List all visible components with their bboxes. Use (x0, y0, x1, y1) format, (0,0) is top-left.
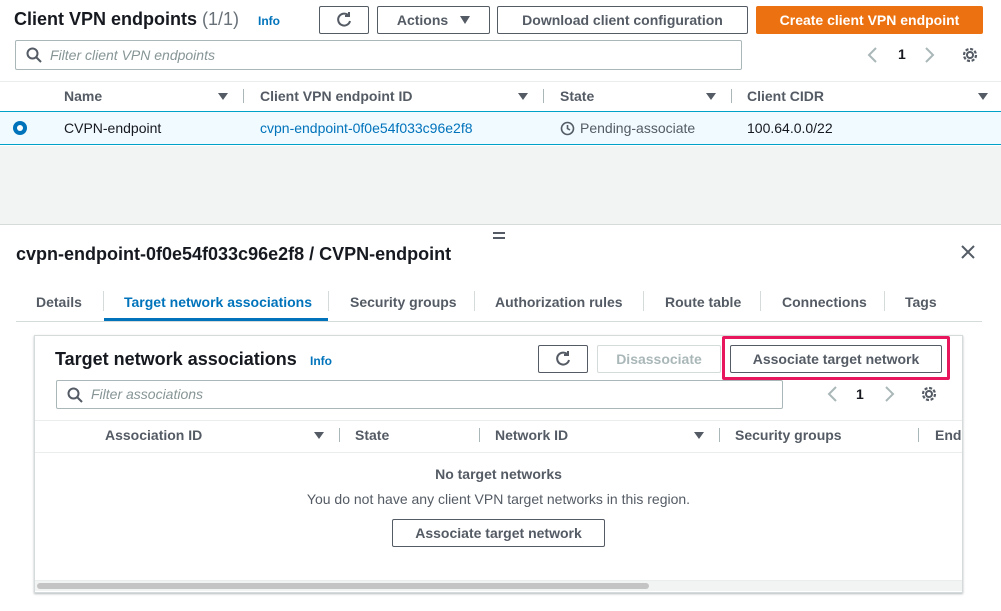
column-divider (543, 89, 544, 103)
tab-divider (103, 291, 104, 311)
search-icon (67, 387, 83, 403)
page-number[interactable]: 1 (856, 386, 864, 402)
column-header-state[interactable]: State (355, 427, 389, 443)
pending-clock-icon (560, 121, 575, 136)
sort-icon[interactable] (314, 432, 324, 439)
associations-info-link[interactable]: Info (310, 354, 332, 368)
page-title-text: Client VPN endpoints (14, 9, 198, 29)
empty-state-description: You do not have any client VPN target ne… (306, 491, 691, 507)
tab-tags[interactable]: Tags (905, 294, 937, 310)
search-icon (26, 47, 42, 63)
tab-security-groups[interactable]: Security groups (350, 294, 457, 310)
sort-icon[interactable] (978, 93, 988, 100)
cell-state: Pending-associate (580, 120, 696, 136)
refresh-icon (556, 351, 570, 366)
tab-divider (474, 291, 475, 311)
column-header-client-cidr[interactable]: Client CIDR (747, 88, 824, 104)
gear-icon[interactable] (919, 384, 939, 404)
column-divider (918, 428, 919, 442)
tab-divider (643, 291, 644, 311)
download-config-button[interactable]: Download client configuration (497, 6, 748, 34)
column-header-endpoint-id[interactable]: Client VPN endpoint ID (260, 88, 412, 104)
endpoint-count: (1/1) (202, 9, 240, 29)
sort-icon[interactable] (518, 93, 528, 100)
scrollbar-thumb[interactable] (37, 583, 649, 589)
column-divider (479, 428, 480, 442)
sort-icon[interactable] (218, 93, 228, 100)
caret-down-icon (460, 16, 471, 24)
actions-button[interactable]: Actions (377, 6, 490, 34)
sort-icon[interactable] (706, 93, 716, 100)
associate-target-network-button[interactable]: Associate target network (730, 345, 942, 373)
table-header-divider (35, 420, 962, 421)
detail-title: cvpn-endpoint-0f0e54f033c96e2f8 / CVPN-e… (16, 244, 452, 264)
column-divider (243, 89, 244, 103)
cell-endpoint-id-link[interactable]: cvpn-endpoint-0f0e54f033c96e2f8 (260, 120, 473, 136)
tab-divider (328, 291, 329, 311)
disassociate-label: Disassociate (616, 351, 702, 367)
page-title: Client VPN endpoints (1/1) (14, 9, 239, 30)
table-header-bottom (35, 452, 962, 453)
associations-search-input[interactable]: Filter associations (56, 380, 783, 409)
split-panel-resize-handle[interactable] (493, 232, 505, 239)
column-header-name[interactable]: Name (64, 88, 102, 104)
column-header-network-id[interactable]: Network ID (495, 427, 568, 443)
table-row[interactable]: CVPN-endpoint cvpn-endpoint-0f0e54f033c9… (0, 111, 1001, 145)
sort-icon[interactable] (694, 432, 704, 439)
column-header-clip: Endp (935, 427, 962, 445)
info-link[interactable]: Info (258, 14, 280, 28)
chevron-right-icon[interactable] (882, 385, 896, 403)
empty-associate-label: Associate target network (415, 525, 582, 541)
column-header-state[interactable]: State (560, 88, 594, 104)
chevron-left-icon[interactable] (826, 385, 840, 403)
refresh-button[interactable] (319, 6, 369, 34)
horizontal-scrollbar[interactable] (35, 580, 962, 591)
gear-icon[interactable] (960, 45, 980, 65)
column-divider (731, 89, 732, 103)
search-placeholder: Filter client VPN endpoints (50, 47, 215, 63)
create-endpoint-label: Create client VPN endpoint (779, 12, 960, 28)
search-placeholder: Filter associations (91, 386, 204, 402)
empty-state: No target networks You do not have any c… (35, 466, 962, 507)
associations-title: Target network associations (55, 349, 297, 369)
tab-target-network-associations[interactable]: Target network associations (124, 294, 312, 310)
tab-details[interactable]: Details (36, 294, 82, 310)
chevron-right-icon[interactable] (922, 46, 936, 64)
associations-refresh-button[interactable] (538, 345, 588, 373)
tab-divider (884, 291, 885, 311)
column-header-association-id[interactable]: Association ID (105, 427, 202, 443)
actions-label: Actions (396, 12, 449, 28)
tabs-underline (16, 321, 982, 322)
disassociate-button[interactable]: Disassociate (597, 345, 721, 373)
empty-state-title: No target networks (435, 466, 562, 482)
column-header-endpoint[interactable]: Endp (935, 427, 962, 443)
cell-client-cidr: 100.64.0.0/22 (747, 120, 833, 136)
column-divider (339, 428, 340, 442)
table-header-divider (0, 81, 1001, 82)
row-radio-selected[interactable] (13, 121, 27, 135)
empty-associate-target-network-button[interactable]: Associate target network (392, 519, 605, 547)
tab-route-table[interactable]: Route table (665, 294, 741, 310)
endpoints-search-input[interactable]: Filter client VPN endpoints (15, 40, 742, 70)
tab-connections[interactable]: Connections (782, 294, 867, 310)
column-header-security-groups[interactable]: Security groups (735, 427, 842, 443)
cell-name: CVPN-endpoint (64, 120, 162, 136)
tab-divider (760, 291, 761, 311)
chevron-left-icon[interactable] (866, 46, 880, 64)
refresh-icon (337, 12, 351, 27)
associate-target-network-label: Associate target network (752, 351, 920, 367)
tab-authorization-rules[interactable]: Authorization rules (495, 294, 623, 310)
close-icon[interactable] (961, 245, 975, 259)
page-number[interactable]: 1 (898, 46, 906, 62)
column-divider (719, 428, 720, 442)
create-endpoint-button[interactable]: Create client VPN endpoint (756, 6, 983, 34)
download-config-label: Download client configuration (522, 12, 723, 28)
panel-gap (0, 146, 1001, 225)
